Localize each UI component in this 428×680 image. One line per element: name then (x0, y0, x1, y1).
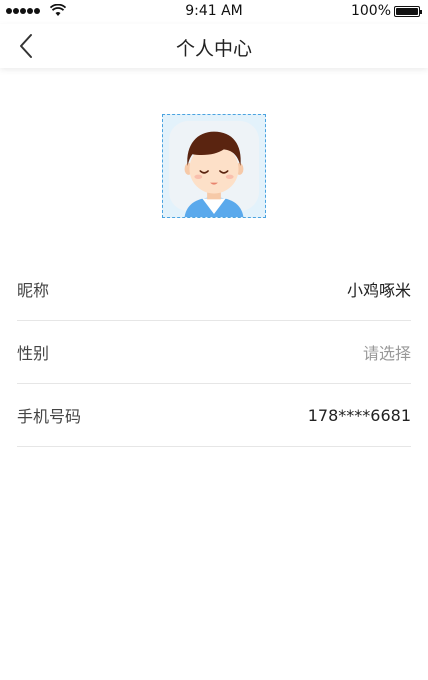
phone-value: 178****6681 (307, 405, 411, 425)
phone-row[interactable]: 手机号码 178****6681 (17, 384, 411, 447)
gender-label: 性别 (17, 344, 50, 363)
phone-label: 手机号码 (17, 407, 82, 426)
status-bar: 9:41 AM 100% (0, 0, 428, 24)
page-title: 个人中心 (175, 38, 252, 60)
battery-icon (394, 6, 422, 17)
nickname-row[interactable]: 昵称 小鸡啄米 (17, 258, 411, 321)
navigation-bar: 个人中心 (0, 24, 428, 68)
gender-select[interactable]: 请选择 (363, 340, 411, 364)
profile-info-list: 昵称 小鸡啄米 性别 请选择 手机号码 178****6681 (17, 258, 411, 447)
nickname-label: 昵称 (17, 281, 50, 300)
gender-row[interactable]: 性别 请选择 (17, 321, 411, 384)
nickname-value: 小鸡啄米 (346, 281, 411, 300)
user-avatar-icon (163, 115, 265, 217)
avatar[interactable] (162, 114, 266, 218)
battery-percent: 100% (350, 3, 391, 19)
